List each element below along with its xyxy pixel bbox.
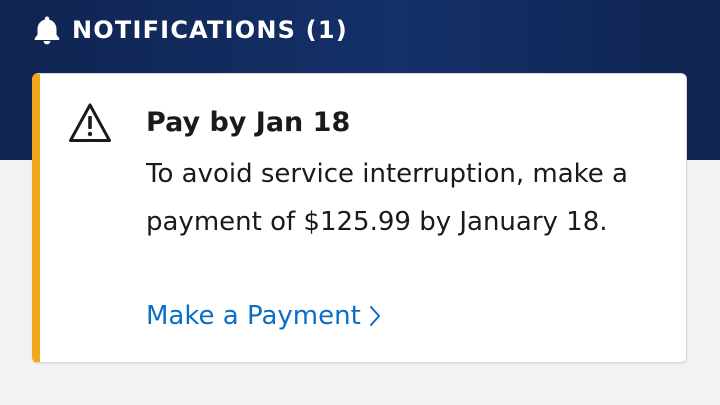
warning-triangle-icon [69,103,111,142]
notification-card: Pay by Jan 18 To avoid service interrupt… [32,73,687,363]
notifications-page: NOTIFICATIONS (1) Pay by Jan 18 To avoid… [0,0,720,405]
bell-icon [34,16,60,45]
make-payment-link[interactable]: Make a Payment [146,296,381,336]
chevron-right-icon [369,306,380,326]
notifications-header: NOTIFICATIONS (1) [34,14,348,46]
make-payment-label: Make a Payment [146,301,361,331]
notifications-title: NOTIFICATIONS (1) [72,16,348,44]
notification-title: Pay by Jan 18 [146,107,351,138]
notification-message: To avoid service interruption, make a pa… [146,159,628,237]
